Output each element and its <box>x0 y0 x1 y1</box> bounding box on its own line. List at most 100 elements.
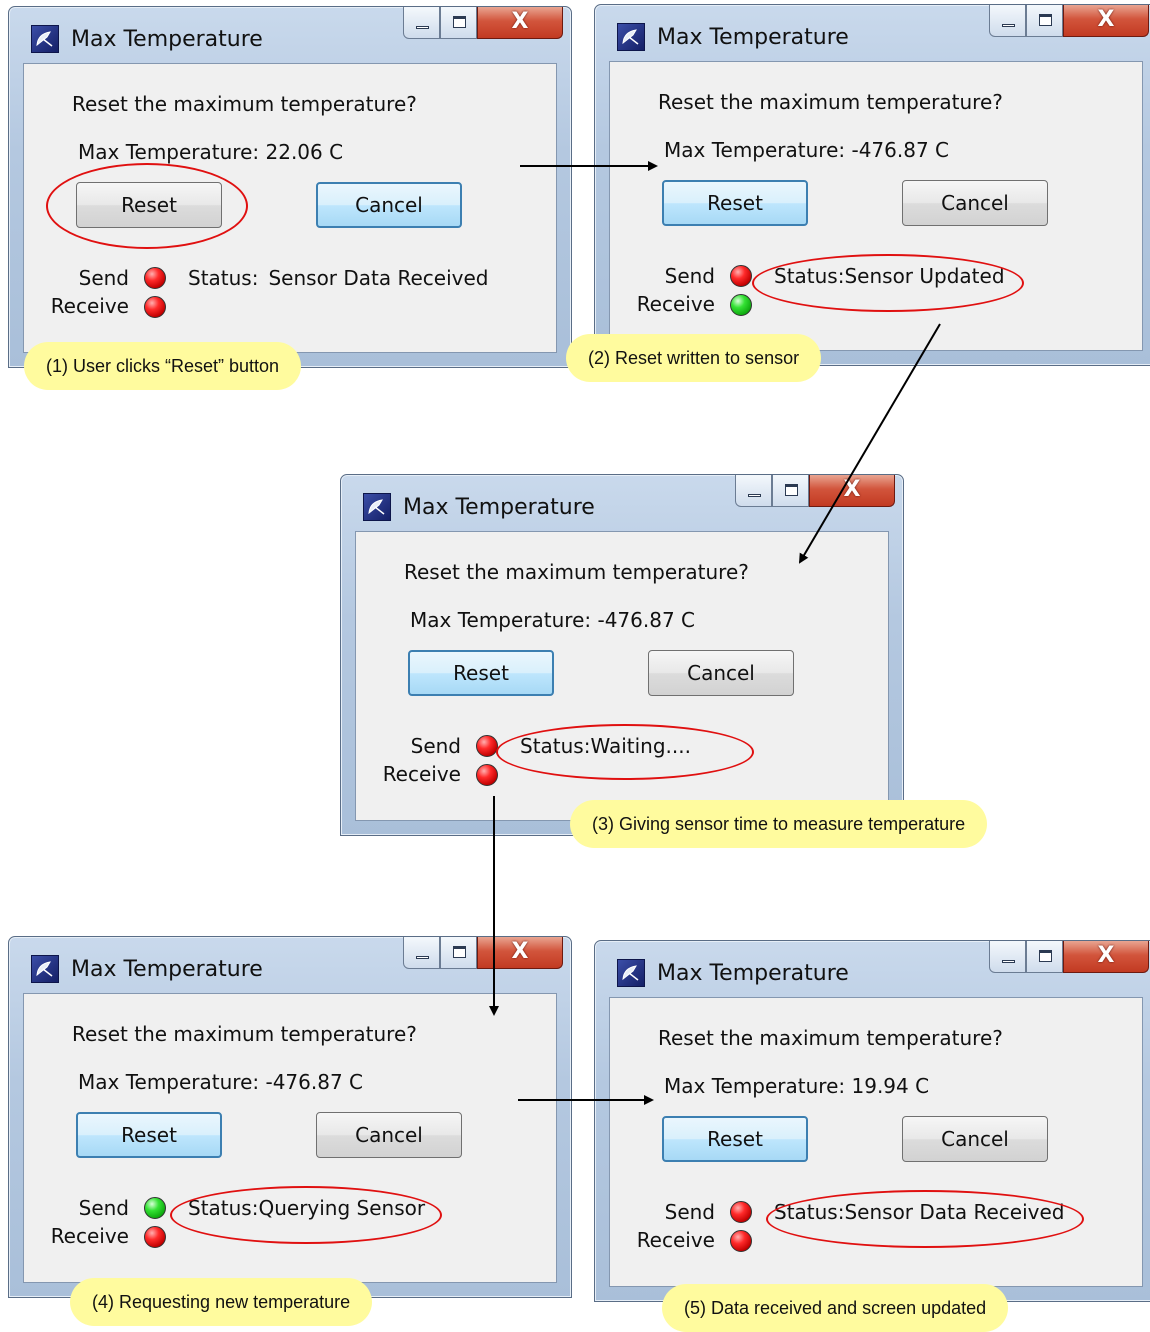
window-step-5: Max Temperature X Reset the maximum temp… <box>594 940 1150 1302</box>
close-button[interactable]: X <box>809 475 895 507</box>
minimize-icon[interactable] <box>735 475 772 507</box>
minimize-icon[interactable] <box>403 7 440 39</box>
status-text: Status:Querying Sensor <box>188 1196 425 1220</box>
status-prefix: Status: <box>774 264 845 288</box>
reset-button[interactable]: Reset <box>76 1112 222 1158</box>
status-value: Sensor Data Received <box>844 1200 1065 1224</box>
cancel-button[interactable]: Cancel <box>648 650 794 696</box>
send-label: Send <box>78 1196 129 1220</box>
send-led-icon <box>730 1201 752 1223</box>
prompt-text: Reset the maximum temperature? <box>404 560 749 584</box>
minimize-icon[interactable] <box>989 5 1026 37</box>
window-title: Max Temperature <box>71 957 263 982</box>
cancel-button[interactable]: Cancel <box>316 182 462 228</box>
title-bar[interactable]: Max Temperature X <box>9 7 571 63</box>
maximize-icon[interactable] <box>440 7 477 39</box>
satellite-dish-icon <box>31 955 59 983</box>
close-button[interactable]: X <box>477 7 563 39</box>
title-bar[interactable]: Max Temperature X <box>341 475 903 531</box>
minimize-icon[interactable] <box>989 941 1026 973</box>
max-temperature-readout: Max Temperature: 22.06 C <box>78 140 344 164</box>
step-caption: (5) Data received and screen updated <box>662 1284 1009 1332</box>
maximize-icon[interactable] <box>1026 5 1063 37</box>
receive-label: Receive <box>50 294 129 318</box>
status-value: Querying Sensor <box>258 1196 426 1220</box>
close-icon: X <box>843 477 861 502</box>
satellite-dish-icon <box>617 959 645 987</box>
send-label: Send <box>410 734 461 758</box>
satellite-dish-icon <box>31 25 59 53</box>
step-caption: (3) Giving sensor time to measure temper… <box>570 800 988 848</box>
step-caption: (2) Reset written to sensor <box>566 334 822 382</box>
window-title: Max Temperature <box>657 25 849 50</box>
reset-button[interactable]: Reset <box>76 182 222 228</box>
max-temperature-readout: Max Temperature: -476.87 C <box>78 1070 364 1094</box>
receive-led-icon <box>144 1226 166 1248</box>
status-text: Status:Sensor Data Received <box>774 1200 1065 1224</box>
title-bar[interactable]: Max Temperature X <box>595 941 1150 997</box>
dialog-body: Reset the maximum temperature? Max Tempe… <box>609 997 1143 1287</box>
status-prefix: Status: <box>188 1196 259 1220</box>
close-icon: X <box>511 9 529 34</box>
reset-button[interactable]: Reset <box>408 650 554 696</box>
receive-label: Receive <box>50 1224 129 1248</box>
status-value: Waiting.... <box>590 734 691 758</box>
status-prefix: Status: <box>520 734 591 758</box>
receive-led-icon <box>730 294 752 316</box>
close-button[interactable]: X <box>1063 5 1149 37</box>
receive-led-icon <box>476 764 498 786</box>
prompt-text: Reset the maximum temperature? <box>72 92 417 116</box>
status-text: Status:Sensor Updated <box>774 264 1005 288</box>
receive-label: Receive <box>382 762 461 786</box>
window-step-2: Max Temperature X Reset the maximum temp… <box>594 4 1150 366</box>
cancel-button[interactable]: Cancel <box>316 1112 462 1158</box>
send-label: Send <box>664 1200 715 1224</box>
dialog-body: Reset the maximum temperature? Max Tempe… <box>23 993 557 1283</box>
close-button[interactable]: X <box>1063 941 1149 973</box>
dialog-body: Reset the maximum temperature? Max Tempe… <box>609 61 1143 351</box>
window-step-3: Max Temperature X Reset the maximum temp… <box>340 474 904 836</box>
window-step-4: Max Temperature X Reset the maximum temp… <box>8 936 572 1298</box>
satellite-dish-icon <box>363 493 391 521</box>
close-icon: X <box>1097 943 1115 968</box>
window-step-1: Max Temperature X Reset the maximum temp… <box>8 6 572 368</box>
cancel-button[interactable]: Cancel <box>902 180 1048 226</box>
receive-label: Receive <box>636 1228 715 1252</box>
reset-button[interactable]: Reset <box>662 180 808 226</box>
status-value: Sensor Updated <box>844 264 1005 288</box>
minimize-icon[interactable] <box>403 937 440 969</box>
receive-led-icon <box>730 1230 752 1252</box>
status-text: Status:Waiting.... <box>520 734 691 758</box>
send-label: Send <box>664 264 715 288</box>
close-button[interactable]: X <box>477 937 563 969</box>
send-led-icon <box>144 1197 166 1219</box>
send-led-icon <box>730 265 752 287</box>
max-temperature-readout: Max Temperature: -476.87 C <box>410 608 696 632</box>
close-icon: X <box>511 939 529 964</box>
maximize-icon[interactable] <box>440 937 477 969</box>
status-prefix: Status: <box>774 1200 845 1224</box>
title-bar[interactable]: Max Temperature X <box>595 5 1150 61</box>
reset-button[interactable]: Reset <box>662 1116 808 1162</box>
receive-led-icon <box>144 296 166 318</box>
maximize-icon[interactable] <box>1026 941 1063 973</box>
max-temperature-readout: Max Temperature: -476.87 C <box>664 138 950 162</box>
status-value: Sensor Data Received <box>268 266 489 290</box>
receive-label: Receive <box>636 292 715 316</box>
dialog-body: Reset the maximum temperature? Max Tempe… <box>23 63 557 353</box>
send-led-icon <box>476 735 498 757</box>
max-temperature-readout: Max Temperature: 19.94 C <box>664 1074 930 1098</box>
title-bar[interactable]: Max Temperature X <box>9 937 571 993</box>
window-title: Max Temperature <box>403 495 595 520</box>
cancel-button[interactable]: Cancel <box>902 1116 1048 1162</box>
close-icon: X <box>1097 7 1115 32</box>
satellite-dish-icon <box>617 23 645 51</box>
window-title: Max Temperature <box>657 961 849 986</box>
maximize-icon[interactable] <box>772 475 809 507</box>
prompt-text: Reset the maximum temperature? <box>658 90 1003 114</box>
step-caption: (4) Requesting new temperature <box>70 1278 373 1326</box>
status-text: Status:Sensor Data Received <box>188 266 489 290</box>
window-title: Max Temperature <box>71 27 263 52</box>
send-led-icon <box>144 267 166 289</box>
prompt-text: Reset the maximum temperature? <box>658 1026 1003 1050</box>
